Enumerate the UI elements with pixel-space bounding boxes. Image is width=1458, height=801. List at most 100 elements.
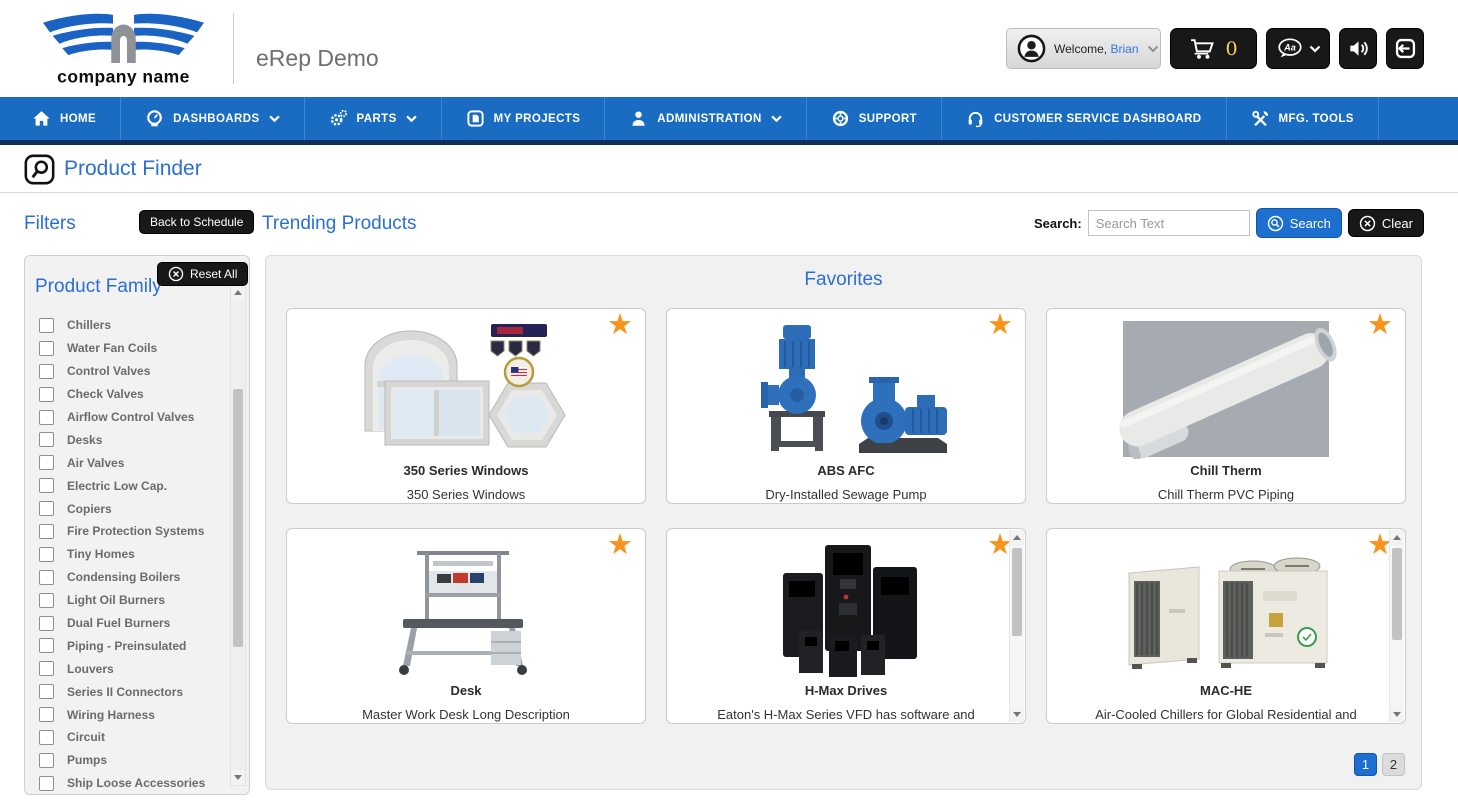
nav-item-parts[interactable]: PARTS	[305, 97, 442, 140]
filter-option-label: Tiny Homes	[67, 547, 135, 561]
filter-option[interactable]: Desks	[39, 428, 221, 451]
filter-option-label: Electric Low Cap.	[67, 479, 167, 493]
checkbox[interactable]	[39, 661, 54, 676]
checkbox[interactable]	[39, 318, 54, 333]
checkbox[interactable]	[39, 524, 54, 539]
nav-item-customer-service-dashboard[interactable]: CUSTOMER SERVICE DASHBOARD	[942, 97, 1226, 140]
filter-option[interactable]: Circuit	[39, 726, 221, 749]
triangle-down-icon	[1393, 712, 1401, 717]
nav-item-administration[interactable]: ADMINISTRATION	[605, 97, 806, 140]
checkbox[interactable]	[39, 478, 54, 493]
card-scrollbar[interactable]	[1389, 530, 1404, 722]
scroll-up-button[interactable]	[231, 285, 245, 300]
favorite-star-icon[interactable]: ★	[987, 311, 1013, 340]
clear-button[interactable]: Clear	[1348, 209, 1424, 237]
company-name-text: company name	[57, 66, 190, 86]
checkbox[interactable]	[39, 730, 54, 745]
favorite-star-icon[interactable]: ★	[1367, 311, 1393, 340]
product-image-mac-he	[1047, 529, 1405, 679]
checkbox[interactable]	[39, 410, 54, 425]
cart-button[interactable]: 0	[1170, 28, 1257, 69]
checkbox[interactable]	[39, 593, 54, 608]
product-card-chill-therm[interactable]: ★ Chill Therm C	[1046, 308, 1406, 504]
checkbox[interactable]	[39, 753, 54, 768]
filter-option[interactable]: Ship Loose Accessories	[39, 772, 221, 795]
filter-option[interactable]: Tiny Homes	[39, 543, 221, 566]
nav-item-dashboards[interactable]: DASHBOARDS	[121, 97, 304, 140]
company-logo[interactable]: company name	[36, 7, 211, 91]
product-card-desk[interactable]: ★	[286, 528, 646, 724]
checkbox[interactable]	[39, 570, 54, 585]
scroll-down-button[interactable]	[231, 770, 245, 785]
checkbox[interactable]	[39, 341, 54, 356]
back-to-schedule-button[interactable]: Back to Schedule	[139, 210, 254, 234]
checkbox[interactable]	[39, 684, 54, 699]
nav-item-my-projects[interactable]: MY PROJECTS	[442, 97, 606, 140]
card-scrollbar[interactable]	[1009, 530, 1024, 722]
nav-item-label: HOME	[60, 113, 96, 125]
checkbox[interactable]	[39, 501, 54, 516]
scroll-thumb[interactable]	[1012, 548, 1022, 636]
filter-option[interactable]: Air Valves	[39, 451, 221, 474]
sidebar-scrollbar[interactable]	[230, 284, 246, 786]
filter-option-label: Pumps	[67, 753, 107, 767]
product-description: Master Work Desk Long Description	[287, 707, 645, 724]
language-button[interactable]: Aa	[1266, 28, 1330, 69]
filter-option-label: Control Valves	[67, 364, 150, 378]
reset-all-button[interactable]: Reset All	[157, 262, 248, 286]
filter-option[interactable]: Light Oil Burners	[39, 589, 221, 612]
search-button[interactable]: Search	[1256, 208, 1342, 238]
search-input[interactable]	[1088, 210, 1250, 236]
user-menu-button[interactable]: Welcome, Brian	[1006, 28, 1161, 69]
filter-option[interactable]: Condensing Boilers	[39, 566, 221, 589]
filter-option[interactable]: Check Valves	[39, 383, 221, 406]
filter-option-label: Light Oil Burners	[67, 593, 165, 607]
product-image-desk	[287, 529, 645, 679]
product-card-mac-he[interactable]: ★	[1046, 528, 1406, 724]
scroll-up-button[interactable]	[1010, 530, 1024, 545]
scroll-down-button[interactable]	[1010, 707, 1024, 722]
checkbox[interactable]	[39, 387, 54, 402]
scroll-thumb[interactable]	[1392, 548, 1402, 640]
nav-item-support[interactable]: SUPPORT	[807, 97, 942, 140]
product-card-h-max-drives[interactable]: ★	[666, 528, 1026, 724]
checkbox[interactable]	[39, 547, 54, 562]
filter-option[interactable]: Control Valves	[39, 360, 221, 383]
scroll-thumb[interactable]	[233, 389, 243, 647]
checkbox[interactable]	[39, 638, 54, 653]
favorite-star-icon[interactable]: ★	[607, 311, 633, 340]
filter-option[interactable]: Airflow Control Valves	[39, 406, 221, 429]
filter-option[interactable]: Series II Connectors	[39, 680, 221, 703]
product-card-350-series-windows[interactable]: ★	[286, 308, 646, 504]
filter-option[interactable]: Louvers	[39, 657, 221, 680]
scroll-down-button[interactable]	[1390, 707, 1404, 722]
nav-item-home[interactable]: HOME	[0, 97, 121, 140]
search-button-label: Search	[1290, 216, 1331, 231]
filter-option[interactable]: Fire Protection Systems	[39, 520, 221, 543]
filter-option[interactable]: Pumps	[39, 749, 221, 772]
checkbox[interactable]	[39, 707, 54, 722]
filter-option[interactable]: Piping - Preinsulated	[39, 634, 221, 657]
filter-option[interactable]: Electric Low Cap.	[39, 474, 221, 497]
filter-option-label: Copiers	[67, 502, 112, 516]
checkbox[interactable]	[39, 364, 54, 379]
product-card-abs-afc[interactable]: ★	[666, 308, 1026, 504]
triangle-down-icon	[1013, 712, 1021, 717]
checkbox[interactable]	[39, 455, 54, 470]
filter-option[interactable]: Water Fan Coils	[39, 337, 221, 360]
sound-button[interactable]	[1339, 28, 1377, 69]
scroll-up-button[interactable]	[1390, 530, 1404, 545]
checkbox[interactable]	[39, 616, 54, 631]
filter-option[interactable]: Dual Fuel Burners	[39, 612, 221, 635]
filter-option[interactable]: Copiers	[39, 497, 221, 520]
checkbox[interactable]	[39, 432, 54, 447]
checkbox[interactable]	[39, 776, 54, 791]
logout-button[interactable]	[1386, 28, 1424, 69]
filter-option[interactable]: Wiring Harness	[39, 703, 221, 726]
page-button-1[interactable]: 1	[1354, 753, 1377, 776]
page-button-2[interactable]: 2	[1382, 753, 1405, 776]
filter-option[interactable]: Chillers	[39, 314, 221, 337]
nav-item-mfg-tools[interactable]: MFG. TOOLS	[1227, 97, 1379, 140]
nav-item-label: MFG. TOOLS	[1279, 113, 1354, 125]
favorite-star-icon[interactable]: ★	[607, 531, 633, 560]
